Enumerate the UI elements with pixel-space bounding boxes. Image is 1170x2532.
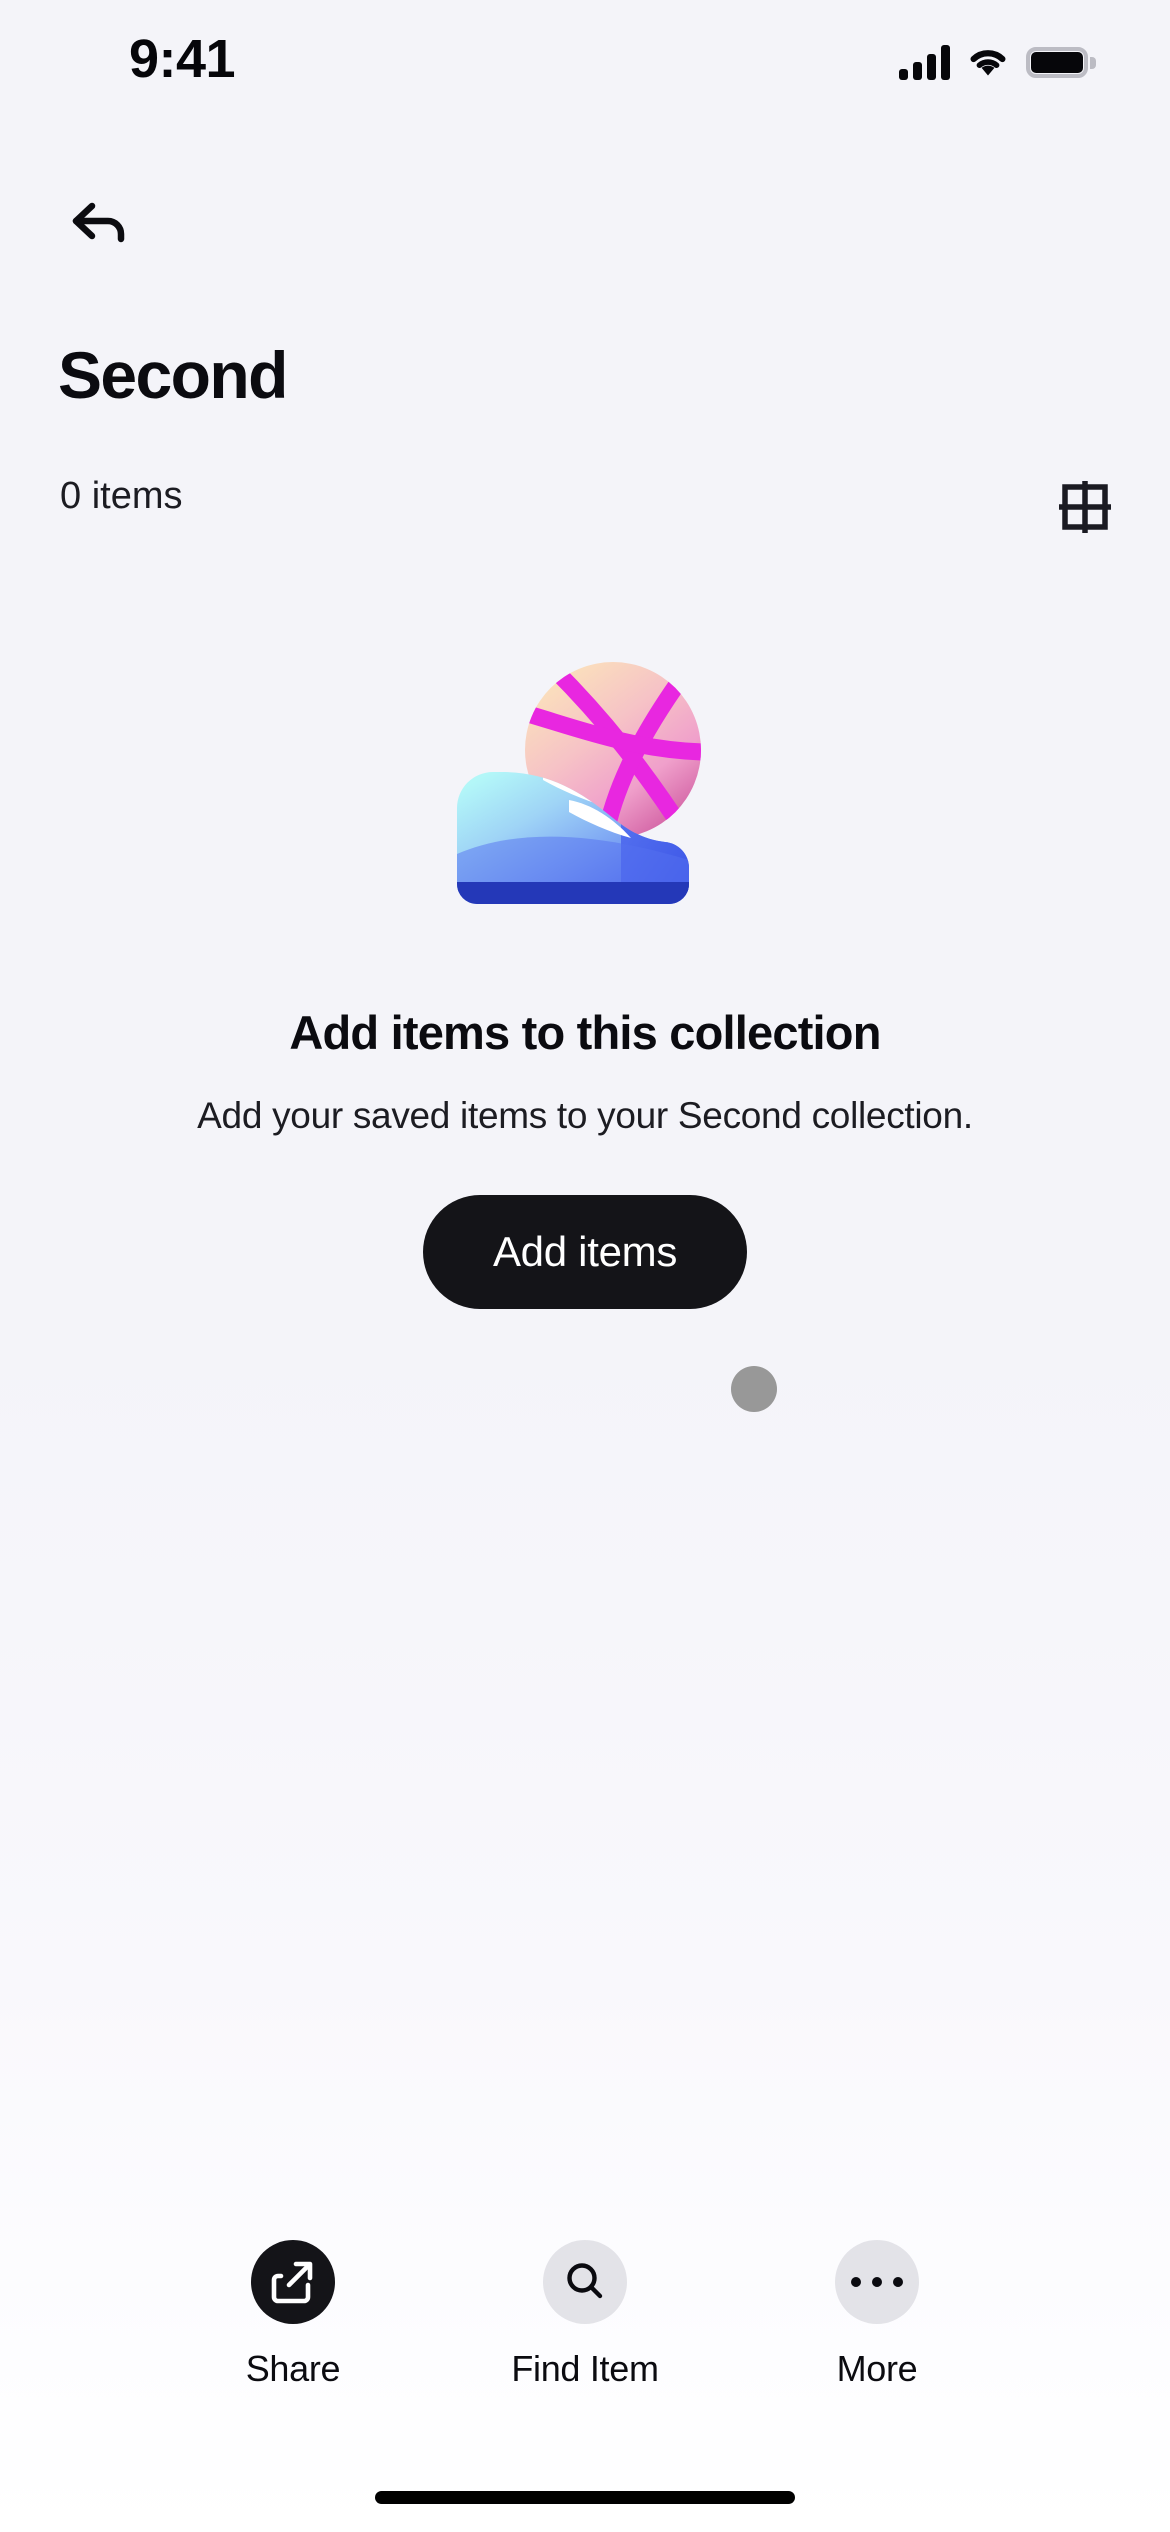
more-button[interactable] (835, 2240, 919, 2324)
more-label: More (836, 2348, 918, 2389)
more-ellipsis-icon (851, 2277, 903, 2287)
find-item-button[interactable] (543, 2240, 627, 2324)
back-arrow-icon (72, 202, 125, 243)
find-item-label: Find Item (511, 2348, 659, 2389)
grid-view-icon (1059, 481, 1111, 533)
touch-cursor-dot (731, 1366, 777, 1412)
find-item-action[interactable]: Find Item (505, 2240, 665, 2390)
share-action[interactable]: Share (213, 2240, 373, 2390)
page-title: Second (58, 338, 288, 412)
empty-state-panel: Add items to this collection Add your sa… (0, 640, 1170, 1309)
share-icon (271, 2261, 313, 2304)
share-button[interactable] (251, 2240, 335, 2324)
add-items-button[interactable]: Add items (422, 1195, 748, 1309)
status-bar: 9:41 (0, 0, 1170, 140)
grid-view-button[interactable] (1046, 468, 1124, 546)
battery-full-icon (1026, 46, 1096, 78)
share-label: Share (245, 2348, 341, 2389)
wifi-icon (970, 50, 1006, 76)
home-indicator (375, 2491, 795, 2504)
status-bar-time: 9:41 (128, 29, 236, 89)
empty-state-subtitle: Add your saved items to your Second coll… (197, 1095, 973, 1136)
search-icon (567, 2263, 603, 2299)
item-count-label: 0 items (60, 475, 183, 517)
bottom-action-bar: Share Find Item More (0, 2240, 1170, 2390)
cellular-signal-icon (899, 44, 950, 80)
back-button[interactable] (56, 182, 142, 264)
status-bar-icons (899, 44, 1096, 80)
empty-state-title: Add items to this collection (289, 1006, 881, 1059)
more-action[interactable]: More (797, 2240, 957, 2390)
sneaker-and-basketball-illustration (457, 662, 701, 904)
